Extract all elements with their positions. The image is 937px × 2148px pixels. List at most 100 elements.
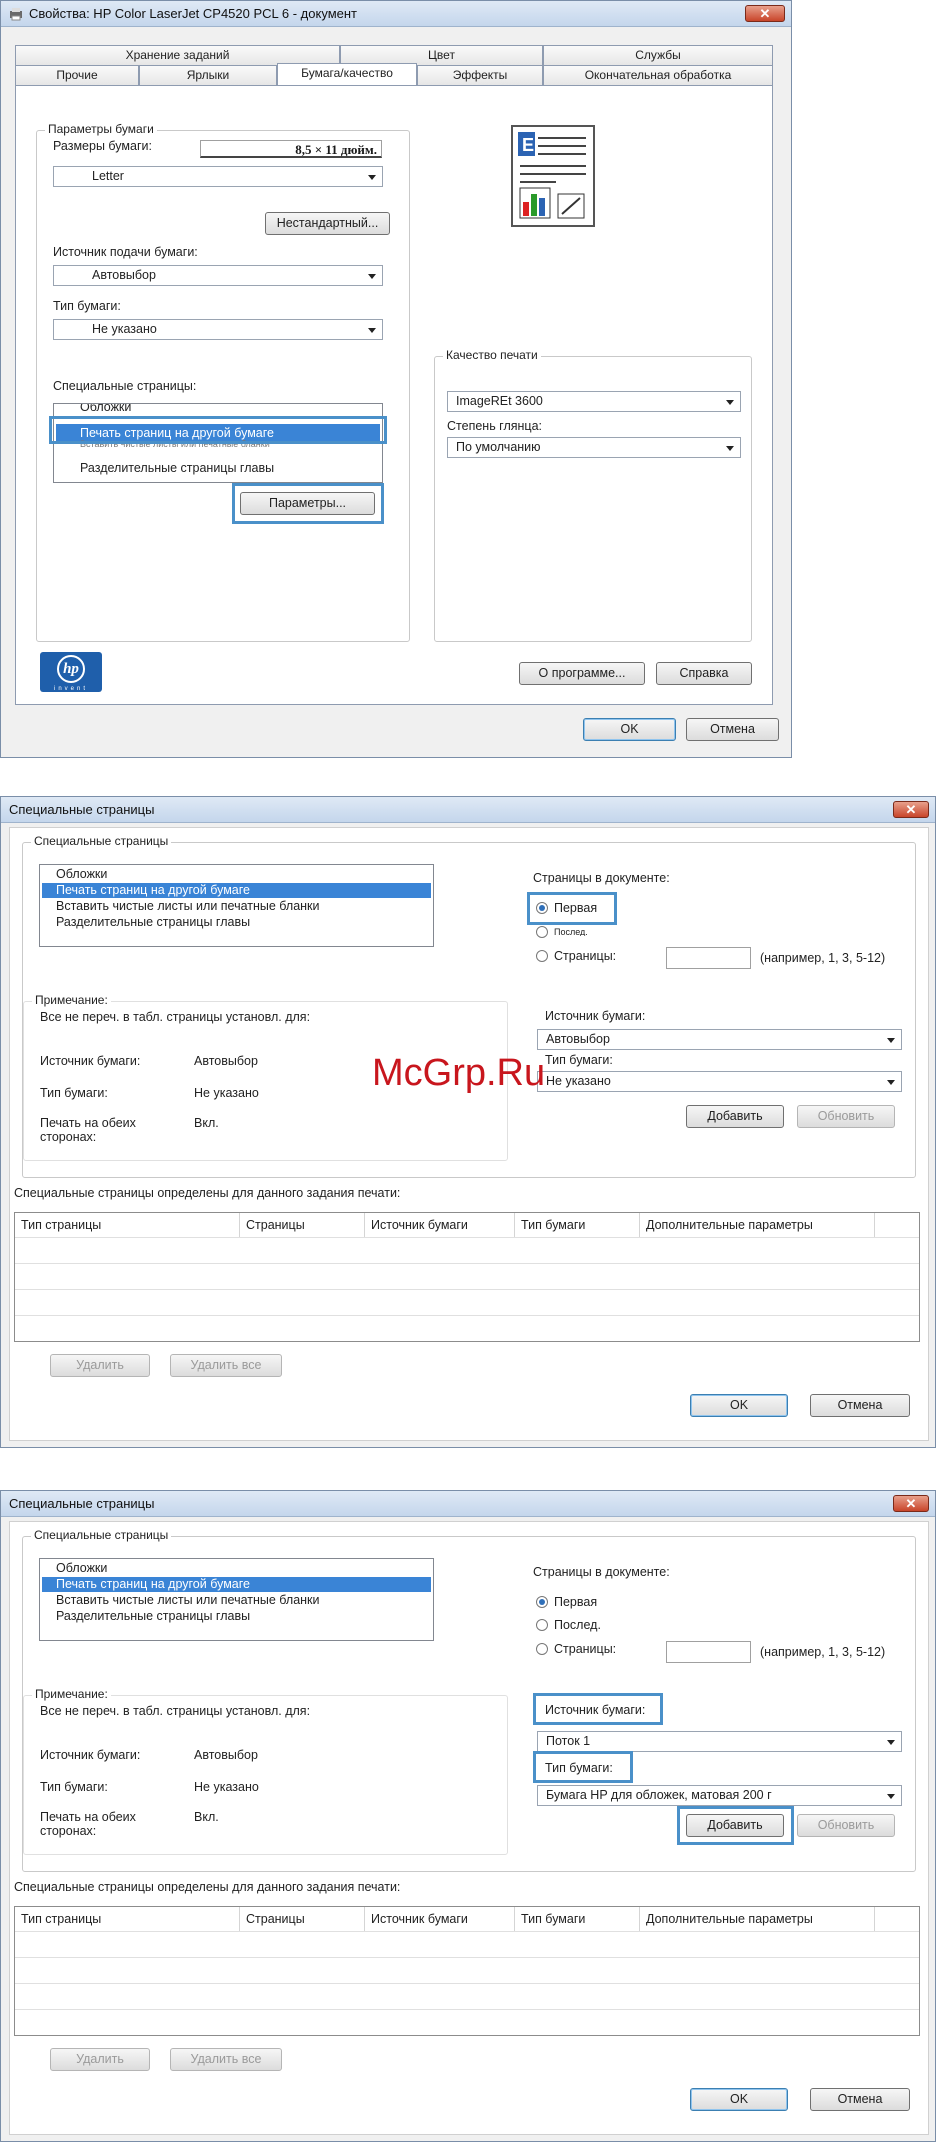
pages-in-document-label: Страницы в документе:	[533, 1565, 670, 1579]
paper-size-display: 8,5 × 11 дюйм.	[200, 140, 382, 158]
paper-size-dropdown[interactable]: Letter	[53, 166, 383, 187]
special-pages-list[interactable]: Обложки Печать страниц на другой бумаге …	[39, 1558, 434, 1641]
list-item[interactable]: Разделительные страницы главы	[42, 915, 431, 930]
ok-button[interactable]: OK	[583, 718, 676, 741]
special-pages-panel: Специальные страницы Обложки Печать стра…	[9, 1521, 929, 2135]
list-item[interactable]: Обложки	[56, 404, 380, 415]
source-dropdown[interactable]: Поток 1	[537, 1731, 902, 1752]
source-dropdown[interactable]: Автовыбор	[537, 1029, 902, 1050]
highlight-box	[527, 892, 617, 925]
pages-hint: (например, 1, 3, 5-12)	[760, 951, 886, 965]
defined-pages-table[interactable]: Тип страницы Страницы Источник бумаги Ти…	[14, 1212, 920, 1342]
radio-pages[interactable]	[536, 1643, 548, 1655]
preview-letter: E	[522, 135, 534, 155]
gloss-dropdown[interactable]: По умолчанию	[447, 437, 741, 458]
pages-hint: (например, 1, 3, 5-12)	[760, 1645, 886, 1659]
chevron-down-icon	[726, 446, 734, 451]
delete-all-button[interactable]: Удалить все	[170, 1354, 282, 1377]
special-pages-group-label: Специальные страницы	[31, 1528, 172, 1542]
close-button[interactable]: ✕	[893, 1495, 929, 1512]
paper-type-dropdown[interactable]: Не указано	[53, 319, 383, 340]
close-button[interactable]: ✕	[893, 801, 929, 818]
column-header[interactable]: Страницы	[240, 1213, 365, 1237]
pages-input[interactable]	[666, 947, 751, 969]
chevron-down-icon	[726, 400, 734, 405]
tab-services[interactable]: Службы	[543, 45, 773, 65]
pages-input[interactable]	[666, 1641, 751, 1663]
tab-paper-quality[interactable]: Бумага/качество	[277, 63, 417, 85]
delete-button[interactable]: Удалить	[50, 2048, 150, 2071]
tab-job-storage[interactable]: Хранение заданий	[15, 45, 340, 65]
cancel-button[interactable]: Отмена	[686, 718, 779, 741]
delete-button[interactable]: Удалить	[50, 1354, 150, 1377]
defined-pages-table[interactable]: Тип страницы Страницы Источник бумаги Ти…	[14, 1906, 920, 2036]
highlight-box	[677, 1806, 794, 1845]
tab-finishing[interactable]: Окончательная обработка	[543, 65, 773, 85]
paper-type-selected: Не указано	[92, 322, 157, 336]
list-item[interactable]: Разделительные страницы главы	[56, 461, 380, 476]
note-text: Все не переч. в табл. страницы установл.…	[40, 1704, 311, 1718]
highlight-box	[49, 416, 387, 444]
tab-effects[interactable]: Эффекты	[417, 65, 543, 85]
delete-all-button[interactable]: Удалить все	[170, 2048, 282, 2071]
note-type-label: Тип бумаги:	[40, 1780, 108, 1794]
update-button[interactable]: Обновить	[797, 1814, 895, 1837]
paper-source-dropdown[interactable]: Автовыбор	[53, 265, 383, 286]
print-quality-dropdown[interactable]: ImageREt 3600	[447, 391, 741, 412]
table-row	[15, 2009, 919, 2036]
column-header[interactable]: Тип страницы	[15, 1907, 240, 1931]
note-label: Примечание:	[32, 1687, 111, 1701]
hp-logo-mark: hp	[57, 655, 85, 683]
column-header[interactable]: Тип бумаги	[515, 1907, 640, 1931]
column-header[interactable]: Страницы	[240, 1907, 365, 1931]
radio-last[interactable]	[536, 1619, 548, 1631]
list-item[interactable]: Печать страниц на другой бумаге	[42, 883, 431, 898]
tab-shortcuts[interactable]: Ярлыки	[139, 65, 277, 85]
about-button[interactable]: О программе...	[519, 662, 645, 685]
update-button[interactable]: Обновить	[797, 1105, 895, 1128]
radio-last-label[interactable]: Послед.	[554, 1618, 601, 1632]
chevron-down-icon	[887, 1080, 895, 1085]
cancel-button[interactable]: Отмена	[810, 2088, 910, 2111]
radio-pages-label[interactable]: Страницы:	[554, 949, 616, 963]
note-source-label: Источник бумаги:	[40, 1054, 141, 1068]
tab-other[interactable]: Прочие	[15, 65, 139, 85]
table-row	[15, 1983, 919, 2010]
radio-pages[interactable]	[536, 950, 548, 962]
table-row	[15, 1931, 919, 1958]
radio-last-label[interactable]: Послед.	[554, 927, 588, 936]
type-dropdown[interactable]: Бумага HP для обложек, матовая 200 г	[537, 1785, 902, 1806]
list-item[interactable]: Обложки	[42, 1561, 431, 1576]
radio-first-label[interactable]: Первая	[554, 1595, 597, 1609]
close-button[interactable]: ✕	[745, 5, 785, 22]
help-button[interactable]: Справка	[656, 662, 752, 685]
type-dropdown[interactable]: Не указано	[537, 1071, 902, 1092]
list-item[interactable]: Обложки	[42, 867, 431, 882]
radio-last[interactable]	[536, 926, 548, 938]
table-row	[15, 1237, 919, 1264]
radio-pages-label[interactable]: Страницы:	[554, 1642, 616, 1656]
list-item[interactable]: Вставить чистые листы или печатные бланк…	[42, 1593, 431, 1608]
special-pages-panel: Специальные страницы Обложки Печать стра…	[9, 827, 929, 1441]
column-header[interactable]: Дополнительные параметры	[640, 1213, 875, 1237]
tab-color[interactable]: Цвет	[340, 45, 543, 65]
note-duplex-label: Печать на обеих сторонах:	[40, 1116, 136, 1144]
table-row	[15, 1263, 919, 1290]
column-header[interactable]: Тип страницы	[15, 1213, 240, 1237]
list-item[interactable]: Разделительные страницы главы	[42, 1609, 431, 1624]
window-title: Специальные страницы	[9, 1496, 155, 1511]
column-header[interactable]: Дополнительные параметры	[640, 1907, 875, 1931]
radio-first[interactable]	[536, 1596, 548, 1608]
cancel-button[interactable]: Отмена	[810, 1394, 910, 1417]
ok-button[interactable]: OK	[690, 1394, 788, 1417]
column-header[interactable]: Источник бумаги	[365, 1213, 515, 1237]
ok-button[interactable]: OK	[690, 2088, 788, 2111]
add-button[interactable]: Добавить	[686, 1105, 784, 1128]
column-header[interactable]: Источник бумаги	[365, 1907, 515, 1931]
list-item[interactable]: Печать страниц на другой бумаге	[42, 1577, 431, 1592]
list-item[interactable]: Вставить чистые листы или печатные бланк…	[42, 899, 431, 914]
column-header[interactable]: Тип бумаги	[515, 1213, 640, 1237]
special-pages-list[interactable]: Обложки Печать страниц на другой бумаге …	[39, 864, 434, 947]
note-duplex-label: Печать на обеих сторонах:	[40, 1810, 136, 1838]
custom-size-button[interactable]: Нестандартный...	[265, 212, 390, 235]
